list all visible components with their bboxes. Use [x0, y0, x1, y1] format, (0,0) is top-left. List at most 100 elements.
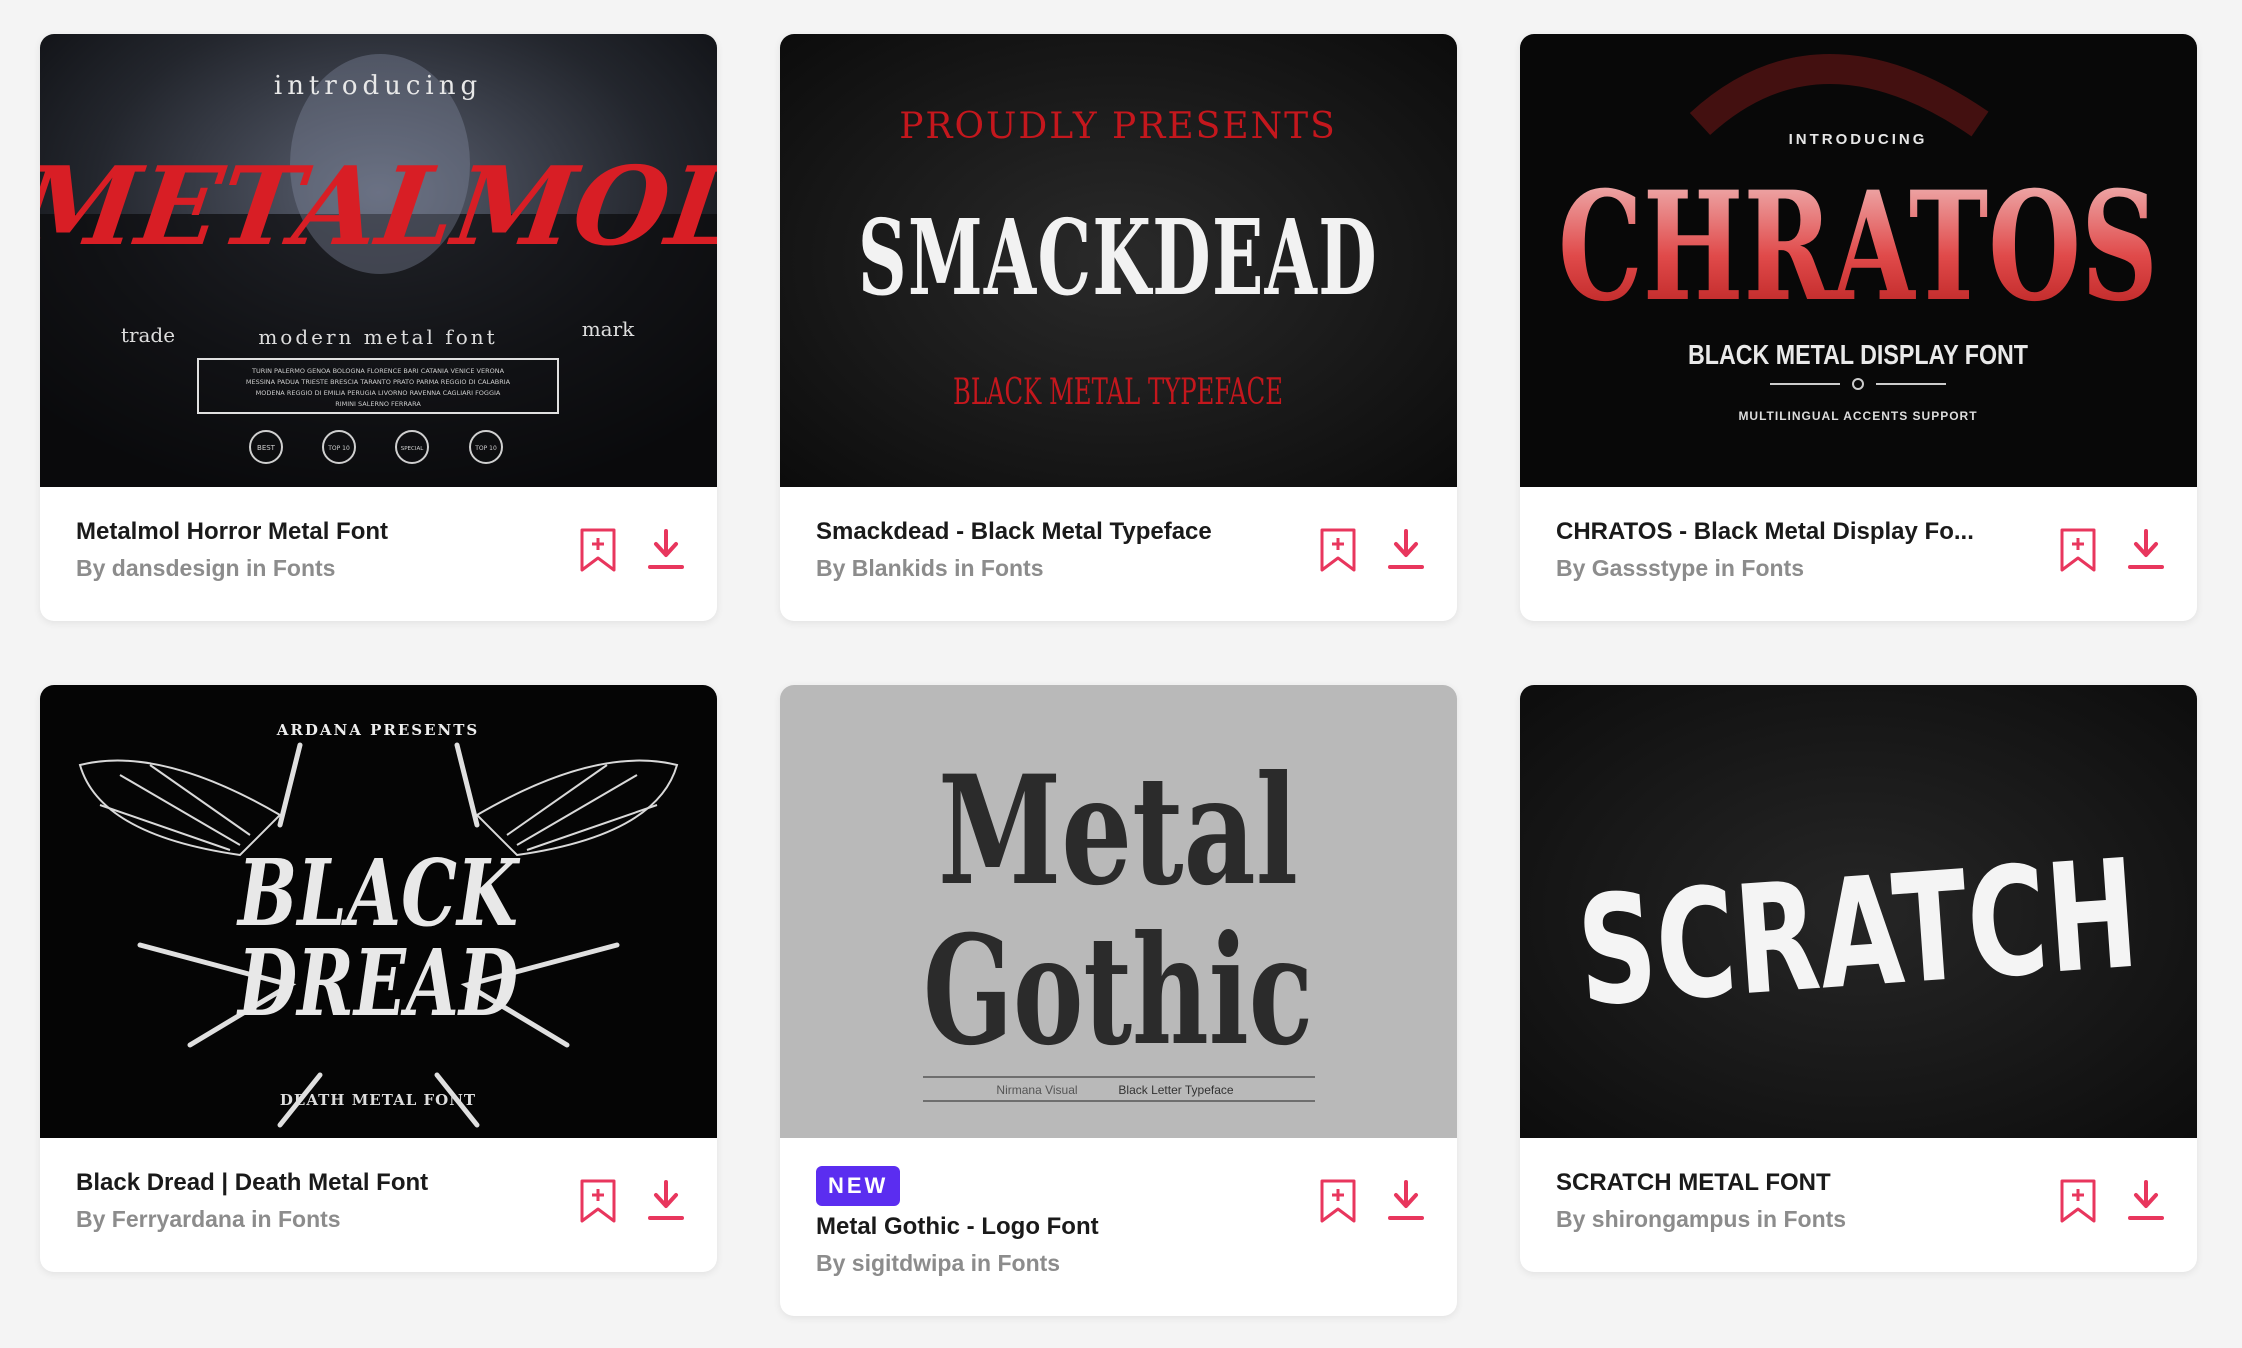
thumb-right-text: mark [582, 317, 635, 341]
new-badge: NEW [816, 1166, 901, 1206]
bookmark-add-icon[interactable] [1319, 1178, 1357, 1224]
item-thumbnail[interactable]: SCRATCH [1520, 685, 2197, 1138]
metalmol-preview-image: introducing METALMOL trade modern metal … [40, 34, 717, 487]
item-thumbnail[interactable]: Metal Gothic Nirmana Visual Black Letter… [780, 685, 1457, 1138]
thumb-sub-text: BLACK METAL DISPLAY FONT [1688, 339, 2028, 370]
item-info: SCRATCH METAL FONT By shirongampus in Fo… [1520, 1138, 2197, 1272]
author-link[interactable]: dansdesign [112, 555, 240, 581]
bookmark-add-icon[interactable] [2059, 527, 2097, 573]
category-link[interactable]: Fonts [1741, 555, 1804, 581]
chratos-preview-image: INTRODUCING CHRATOS BLACK METAL DISPLAY … [1520, 34, 2197, 487]
item-info: NEW Metal Gothic - Logo Font By sigitdwi… [780, 1138, 1457, 1316]
item-title[interactable]: SCRATCH METAL FONT [1556, 1166, 2036, 1200]
item-thumbnail[interactable]: ARDANA PRESENTS BLACK DREAD DEATH METAL … [40, 685, 717, 1138]
author-link[interactable]: Ferryardana [112, 1206, 245, 1232]
item-info: CHRATOS - Black Metal Display Fo... By G… [1520, 487, 2197, 621]
download-icon[interactable] [1387, 527, 1425, 573]
thumb-name-line2: Gothic [923, 903, 1313, 1079]
thumb-sub-text: DEATH METAL FONT [280, 1091, 476, 1109]
author-link[interactable]: Gassstype [1592, 555, 1708, 581]
download-icon[interactable] [2127, 1178, 2165, 1224]
item-card[interactable]: SCRATCH SCRATCH METAL FONT By shirongamp… [1520, 685, 2197, 1272]
bookmark-add-icon[interactable] [2059, 1178, 2097, 1224]
bookmark-add-icon[interactable] [1319, 527, 1357, 573]
thumb-left-text: Nirmana Visual [996, 1083, 1077, 1097]
by-label: By [816, 1250, 846, 1276]
thumb-top-text: introducing [274, 71, 482, 101]
thumb-foot-text: MULTILINGUAL ACCENTS SUPPORT [1738, 409, 1977, 423]
item-thumbnail[interactable]: INTRODUCING CHRATOS BLACK METAL DISPLAY … [1520, 34, 2197, 487]
author-link[interactable]: sigitdwipa [852, 1250, 964, 1276]
item-actions [579, 1178, 685, 1224]
smackdead-preview-image: PROUDLY PRESENTS SMACKDEAD BLACK METAL T… [780, 34, 1457, 487]
item-card[interactable]: Metal Gothic Nirmana Visual Black Letter… [780, 685, 1457, 1316]
black-dread-preview-image: ARDANA PRESENTS BLACK DREAD DEATH METAL … [40, 685, 717, 1138]
award-label: TOP 10 [474, 445, 497, 452]
thumb-left-text: trade [121, 323, 175, 347]
metal-gothic-preview-image: Metal Gothic Nirmana Visual Black Letter… [780, 685, 1457, 1138]
category-link[interactable]: Fonts [981, 555, 1044, 581]
item-thumbnail[interactable]: PROUDLY PRESENTS SMACKDEAD BLACK METAL T… [780, 34, 1457, 487]
category-link[interactable]: Fonts [278, 1206, 341, 1232]
author-link[interactable]: shirongampus [1592, 1206, 1750, 1232]
item-info: Metalmol Horror Metal Font By dansdesign… [40, 487, 717, 621]
category-link[interactable]: Fonts [997, 1250, 1060, 1276]
item-actions [2059, 527, 2165, 573]
item-card[interactable]: PROUDLY PRESENTS SMACKDEAD BLACK METAL T… [780, 34, 1457, 621]
thumb-box-line: MODENA REGGIO DI EMILIA PERUGIA LIVORNO … [256, 389, 501, 397]
by-label: By [1556, 1206, 1586, 1232]
thumb-box-line: MESSINA PADUA TRIESTE BRESCIA TARANTO PR… [246, 378, 511, 386]
in-label: in [1756, 1206, 1778, 1232]
thumb-top-text: PROUDLY PRESENTS [899, 106, 1337, 147]
thumb-top-text: INTRODUCING [1789, 131, 1928, 148]
by-label: By [76, 1206, 106, 1232]
thumb-name-text: METALMOL [40, 142, 717, 269]
download-icon[interactable] [1387, 1178, 1425, 1224]
author-link[interactable]: Blankids [852, 555, 948, 581]
item-info: Black Dread | Death Metal Font By Ferrya… [40, 1138, 717, 1272]
by-label: By [816, 555, 846, 581]
thumb-name-text: CHRATOS [1558, 159, 2158, 335]
in-label: in [251, 1206, 272, 1232]
item-title[interactable]: Metal Gothic - Logo Font [816, 1210, 1296, 1244]
item-byline: By sigitdwipa in Fonts [816, 1244, 1421, 1282]
item-card[interactable]: INTRODUCING CHRATOS BLACK METAL DISPLAY … [1520, 34, 2197, 621]
thumb-name-line2: DREAD [236, 929, 518, 1037]
thumb-name-line1: Metal [938, 743, 1298, 919]
thumb-sub-text: BLACK METAL TYPEFACE [953, 372, 1283, 413]
award-label: TOP 10 [327, 445, 350, 452]
scratch-preview-image: SCRATCH [1520, 685, 2197, 1138]
bookmark-add-icon[interactable] [579, 527, 617, 573]
thumb-top-text: ARDANA PRESENTS [276, 721, 479, 739]
item-actions [1319, 527, 1425, 573]
item-actions [579, 527, 685, 573]
by-label: By [76, 555, 106, 581]
download-icon[interactable] [2127, 527, 2165, 573]
thumb-right-text: Black Letter Typeface [1118, 1083, 1234, 1097]
category-link[interactable]: Fonts [1784, 1206, 1847, 1232]
item-title[interactable]: Metalmol Horror Metal Font [76, 515, 556, 549]
thumb-sub-text: modern metal font [258, 325, 497, 349]
in-label: in [954, 555, 975, 581]
item-thumbnail[interactable]: introducing METALMOL trade modern metal … [40, 34, 717, 487]
thumb-box-line: TURIN PALERMO GENOA BOLOGNA FLORENCE BAR… [251, 367, 505, 375]
item-actions [2059, 1178, 2165, 1224]
download-icon[interactable] [647, 527, 685, 573]
award-label: SPECIAL [401, 446, 425, 452]
in-label: in [246, 555, 267, 581]
by-label: By [1556, 555, 1586, 581]
thumb-name-text: SMACKDEAD [858, 196, 1378, 319]
in-label: in [1714, 555, 1735, 581]
bookmark-add-icon[interactable] [579, 1178, 617, 1224]
thumb-box-line: RIMINI SALERNO FERRARA [335, 400, 421, 408]
item-title[interactable]: Black Dread | Death Metal Font [76, 1166, 556, 1200]
award-label: BEST [257, 444, 276, 452]
download-icon[interactable] [647, 1178, 685, 1224]
item-title[interactable]: CHRATOS - Black Metal Display Fo... [1556, 515, 2036, 549]
item-title[interactable]: Smackdead - Black Metal Typeface [816, 515, 1296, 549]
item-card[interactable]: introducing METALMOL trade modern metal … [40, 34, 717, 621]
in-label: in [970, 1250, 992, 1276]
item-actions [1319, 1178, 1425, 1224]
item-card[interactable]: ARDANA PRESENTS BLACK DREAD DEATH METAL … [40, 685, 717, 1272]
category-link[interactable]: Fonts [273, 555, 336, 581]
